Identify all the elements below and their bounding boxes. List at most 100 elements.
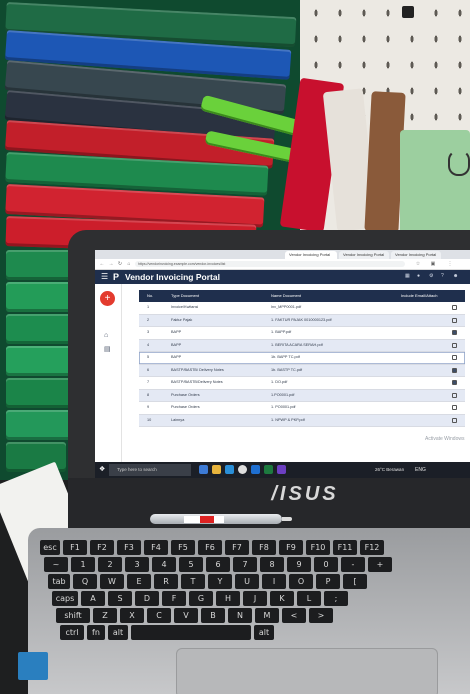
keyboard-key[interactable]: I [262,574,286,589]
keyboard-key[interactable]: F6 [198,540,222,555]
keyboard-key[interactable]: F10 [306,540,330,555]
keyboard-key[interactable]: shift [56,608,90,623]
keyboard-key[interactable]: F4 [144,540,168,555]
keyboard-key[interactable]: S [108,591,132,606]
attach-checkbox[interactable] [452,305,457,310]
keyboard-key[interactable]: 9 [287,557,311,572]
attach-checkbox[interactable] [452,405,457,410]
browser-tab[interactable]: Vendor Invoicing Portal [339,251,389,259]
keyboard-key[interactable]: Y [208,574,232,589]
word-icon[interactable] [251,465,260,474]
keyboard-key[interactable]: T [181,574,205,589]
keyboard-key[interactable]: 1 [71,557,95,572]
forward-icon[interactable]: → [108,261,114,267]
table-row[interactable]: 3 BAPP 1. BAPP.pdf [139,327,465,340]
keyboard-key[interactable]: J [243,591,267,606]
keyboard-key[interactable]: 3 [125,557,149,572]
attach-checkbox[interactable] [452,367,457,373]
keyboard-key[interactable]: 5 [179,557,203,572]
keyboard-key[interactable]: F8 [252,540,276,555]
keyboard-key[interactable]: tab [48,574,70,589]
keyboard-key[interactable]: F [162,591,186,606]
keyboard-key[interactable]: Z [93,608,117,623]
keyboard-key[interactable]: F9 [279,540,303,555]
keyboard-key[interactable]: H [216,591,240,606]
keyboard-key[interactable]: O [289,574,313,589]
bell-icon[interactable]: ● [417,274,422,279]
attach-checkbox[interactable] [452,317,457,323]
keyboard-key[interactable]: ~ [44,557,68,572]
system-tray[interactable]: ENG [415,464,426,476]
table-row[interactable]: 1 Invoice/Kwitansi Inv_MPP0001.pdf [139,302,465,315]
attach-checkbox[interactable] [452,392,457,398]
weather-widget[interactable]: 26°C Berawan [375,464,404,476]
keyboard-key[interactable]: C [147,608,171,623]
help-icon[interactable]: ? [441,274,446,279]
table-row[interactable]: 6 BASTP/BASTB/ Delivery Notes 1b. BASTP TC… [139,364,465,377]
keyboard-key[interactable]: G [189,591,213,606]
excel-icon[interactable] [264,465,273,474]
keyboard-key[interactable]: esc [40,540,60,555]
keyboard-key[interactable]: ctrl [60,625,84,640]
keyboard-key[interactable]: F3 [117,540,141,555]
settings-icon[interactable]: ⚙ [429,274,434,279]
keyboard-key[interactable]: + [368,557,392,572]
keyboard-key[interactable]: ; [324,591,348,606]
chrome-icon[interactable] [238,465,247,474]
home-icon[interactable]: ⌂ [104,332,111,339]
extensions-icon[interactable]: ▣ [430,261,436,267]
keyboard-key[interactable]: < [282,608,306,623]
keyboard-key[interactable]: 2 [98,557,122,572]
windows-start-icon[interactable]: ❖ [99,466,105,474]
keyboard-key[interactable]: caps [52,591,78,606]
keyboard-key[interactable]: F12 [360,540,384,555]
keyboard-key[interactable]: 0 [314,557,338,572]
keyboard-key[interactable]: 4 [152,557,176,572]
keyboard-key[interactable]: Q [73,574,97,589]
keyboard-key[interactable]: 7 [233,557,257,572]
keyboard-key[interactable]: M [255,608,279,623]
browser-tab[interactable]: Vendor Invoicing Portal [391,251,441,259]
attach-checkbox[interactable] [452,355,457,360]
reload-icon[interactable]: ↻ [117,261,123,267]
keyboard-key[interactable]: D [135,591,159,606]
keyboard-key[interactable]: F1 [63,540,87,555]
keyboard-key[interactable]: [ [343,574,367,589]
hamburger-menu-icon[interactable]: ☰ [101,273,109,281]
add-button[interactable]: + [100,291,115,306]
home-icon[interactable]: ⌂ [126,261,132,267]
keyboard-key[interactable]: - [341,557,365,572]
attach-checkbox[interactable] [452,342,457,348]
keyboard-key[interactable]: F7 [225,540,249,555]
taskbar-search[interactable]: Type here to search [109,464,191,476]
keyboard-key[interactable]: U [235,574,259,589]
keyboard-key[interactable]: A [81,591,105,606]
attach-checkbox[interactable] [452,380,457,385]
bookmark-icon[interactable]: ☆ [415,261,421,267]
grid-icon[interactable]: ▦ [405,274,410,279]
document-icon[interactable]: ▤ [104,346,111,353]
keyboard-key[interactable]: N [228,608,252,623]
attach-checkbox[interactable] [452,330,457,335]
keyboard-key[interactable]: P [316,574,340,589]
keyboard-key[interactable]: alt [254,625,274,640]
task-view-icon[interactable] [199,465,208,474]
teams-icon[interactable] [277,465,286,474]
menu-dots-icon[interactable]: ⋮ [447,261,453,267]
keyboard-key[interactable]: alt [108,625,128,640]
table-row[interactable]: 5 BAPP 1b. BAPP TC.pdf [139,352,465,365]
table-row[interactable]: 4 BAPP 1. BERITA ACARA SERAH.pdf [139,339,465,352]
keyboard-key[interactable]: F5 [171,540,195,555]
keyboard-key[interactable]: L [297,591,321,606]
keyboard-key[interactable]: F2 [90,540,114,555]
url-input[interactable]: https://vendorinvoicing.example.com/vend… [135,261,405,267]
table-row[interactable]: 8 Purchase Orders 1.PO0001.pdf [139,389,465,402]
user-icon[interactable]: ☻ [453,274,458,279]
keyboard-key[interactable]: 8 [260,557,284,572]
keyboard-key[interactable]: V [174,608,198,623]
keyboard-key[interactable]: W [100,574,124,589]
keyboard-key[interactable]: 6 [206,557,230,572]
keyboard-key[interactable]: > [309,608,333,623]
keyboard-key[interactable]: fn [87,625,105,640]
table-row[interactable]: 9 Purchase Orders 1. PO0001.pdf [139,402,465,415]
